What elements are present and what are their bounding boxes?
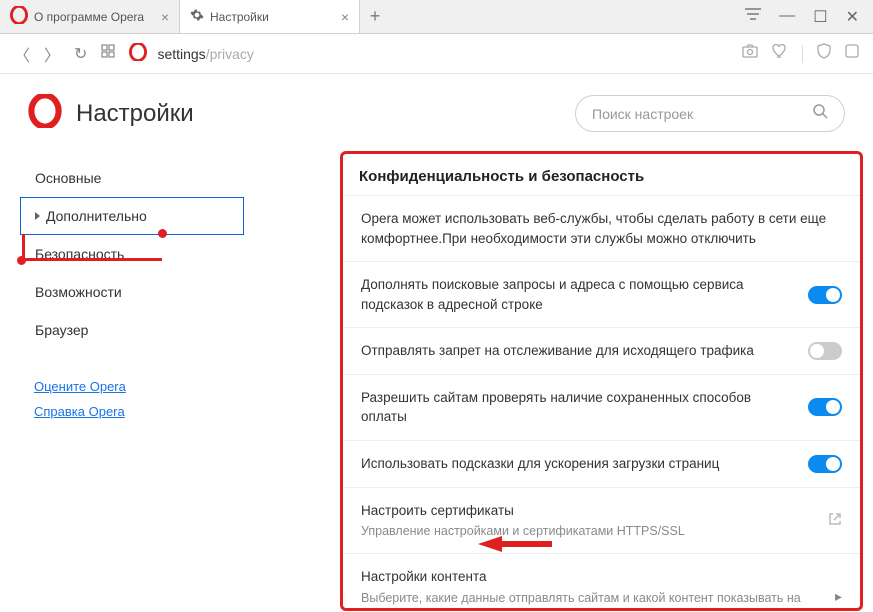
shield-icon[interactable] xyxy=(817,43,831,64)
reload-button[interactable]: ↻ xyxy=(74,44,87,64)
url-path: /privacy xyxy=(206,46,254,62)
nav-row-content-settings[interactable]: Настройки контента Выберите, какие данны… xyxy=(343,553,860,611)
row-text: Использовать подсказки для ускорения заг… xyxy=(361,454,808,474)
help-opera-link[interactable]: Справка Opera xyxy=(34,404,244,419)
toggle-dnt[interactable] xyxy=(808,342,842,360)
url-display[interactable]: settings/privacy xyxy=(129,43,728,64)
info-row: Opera может использовать веб-службы, что… xyxy=(343,195,860,261)
tab-bar: О программе Opera × Настройки × + — ☐ ✕ xyxy=(0,0,873,34)
setting-row-preload: Использовать подсказки для ускорения заг… xyxy=(343,440,860,487)
page-header: Настройки xyxy=(0,74,873,151)
sidebar-item-browser[interactable]: Браузер xyxy=(20,311,244,349)
row-subtitle: Выберите, какие данные отправлять сайтам… xyxy=(361,589,825,611)
row-text: Разрешить сайтам проверять наличие сохра… xyxy=(361,388,808,427)
tab-about-opera[interactable]: О программе Opera × xyxy=(0,0,180,33)
toggle-preload[interactable] xyxy=(808,455,842,473)
toggle-payment[interactable] xyxy=(808,398,842,416)
row-text: Opera может использовать веб-службы, что… xyxy=(361,209,842,248)
opera-icon xyxy=(10,6,28,27)
content-panel: Конфиденциальность и безопасность Opera … xyxy=(340,151,863,611)
close-window-icon[interactable]: ✕ xyxy=(846,7,859,27)
forward-button[interactable]: 〉 xyxy=(44,42,60,66)
tab-label: О программе Opera xyxy=(34,10,144,24)
window-controls: — ☐ ✕ xyxy=(745,7,873,27)
external-link-icon xyxy=(828,512,842,529)
setting-row-payment: Разрешить сайтам проверять наличие сохра… xyxy=(343,374,860,440)
gear-icon xyxy=(190,8,204,25)
rate-opera-link[interactable]: Оцените Opera xyxy=(34,379,244,394)
tab-settings[interactable]: Настройки × xyxy=(180,0,360,33)
speed-dial-icon[interactable] xyxy=(101,44,115,63)
page-title: Настройки xyxy=(76,100,561,128)
caret-icon xyxy=(35,212,40,220)
search-input[interactable] xyxy=(592,106,812,122)
sidebar-label: Браузер xyxy=(35,322,88,338)
row-text: Дополнять поисковые запросы и адреса с п… xyxy=(361,275,808,314)
sidebar-item-advanced[interactable]: Дополнительно xyxy=(20,197,244,235)
sidebar-label: Основные xyxy=(35,170,101,186)
close-icon[interactable]: × xyxy=(161,9,169,25)
link-row-certificates[interactable]: Настроить сертификаты Управление настрой… xyxy=(343,487,860,554)
sidebar-item-basic[interactable]: Основные xyxy=(20,159,244,197)
chevron-right-icon: ▸ xyxy=(835,588,842,605)
opera-icon xyxy=(129,43,147,64)
minimize-icon[interactable]: — xyxy=(779,7,795,27)
sidebar: Основные Дополнительно Безопасность Возм… xyxy=(20,151,250,611)
opera-logo xyxy=(28,94,62,133)
search-icon xyxy=(812,103,828,124)
separator xyxy=(802,45,803,63)
row-text: Отправлять запрет на отслеживание для ис… xyxy=(361,341,808,361)
sidebar-item-features[interactable]: Возможности xyxy=(20,273,244,311)
sidebar-label: Возможности xyxy=(35,284,122,300)
row-title: Настройки контента xyxy=(361,567,825,587)
setting-row-dnt: Отправлять запрет на отслеживание для ис… xyxy=(343,327,860,374)
heart-icon[interactable] xyxy=(772,44,788,63)
menu-icon[interactable] xyxy=(745,7,761,27)
settings-search[interactable] xyxy=(575,95,845,132)
address-bar: 〈 〉 ↻ settings/privacy xyxy=(0,34,873,74)
close-icon[interactable]: × xyxy=(341,9,349,25)
sidebar-label: Дополнительно xyxy=(46,208,147,224)
snapshot-icon[interactable] xyxy=(742,44,758,63)
sidebar-label: Безопасность xyxy=(35,246,124,262)
row-title: Настроить сертификаты xyxy=(361,501,818,521)
section-title: Конфиденциальность и безопасность xyxy=(343,164,860,195)
setting-row-autocomplete: Дополнять поисковые запросы и адреса с п… xyxy=(343,261,860,327)
tab-label: Настройки xyxy=(210,10,269,24)
maximize-icon[interactable]: ☐ xyxy=(813,7,827,27)
sidebar-item-security[interactable]: Безопасность xyxy=(20,235,244,273)
url-prefix: settings xyxy=(157,46,205,62)
toggle-autocomplete[interactable] xyxy=(808,286,842,304)
row-subtitle: Управление настройками и сертификатами H… xyxy=(361,522,818,540)
back-button[interactable]: 〈 xyxy=(14,42,30,66)
new-tab-button[interactable]: + xyxy=(360,6,390,27)
extensions-icon[interactable] xyxy=(845,44,859,63)
